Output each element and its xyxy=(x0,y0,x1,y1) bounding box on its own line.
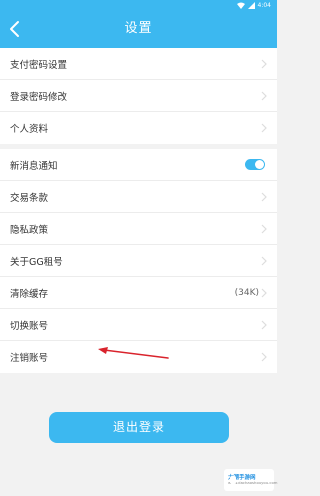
row-label: 新消息通知 xyxy=(10,160,58,172)
settings-row-switch-account[interactable]: 切换账号 xyxy=(0,309,277,341)
logout-button[interactable]: 退出登录 xyxy=(49,412,229,443)
status-time: 4:04 xyxy=(257,1,271,9)
wifi-icon xyxy=(236,2,245,9)
status-bar: 4:04 xyxy=(0,0,277,10)
cache-size-value: (34K) xyxy=(234,287,259,298)
chevron-right-icon xyxy=(261,288,267,298)
settings-row-notifications: 新消息通知 xyxy=(0,149,277,181)
chevron-right-icon xyxy=(261,59,267,69)
row-label: 交易条款 xyxy=(10,192,49,204)
chevron-right-icon xyxy=(261,224,267,234)
chevron-right-icon xyxy=(261,91,267,101)
account-settings-group: 支付密码设置 登录密码修改 个人资料 xyxy=(0,48,277,144)
row-label: 关于GG租号 xyxy=(10,256,63,268)
chevron-right-icon xyxy=(261,192,267,202)
chevron-right-icon xyxy=(261,352,267,362)
watermark: 大潮手游网 www.dachaoshouyou.com xyxy=(224,469,277,491)
row-label: 注销账号 xyxy=(10,353,49,364)
settings-row-about[interactable]: 关于GG租号 xyxy=(0,245,277,277)
chevron-right-icon xyxy=(261,256,267,266)
settings-row-login-password[interactable]: 登录密码修改 xyxy=(0,80,277,112)
toggle-knob xyxy=(255,160,264,169)
app-header: 设置 xyxy=(0,10,277,48)
signal-icon xyxy=(247,1,255,9)
row-label: 登录密码修改 xyxy=(10,91,68,103)
settings-row-payment-password[interactable]: 支付密码设置 xyxy=(0,48,277,80)
annotation-arrow-icon xyxy=(98,347,169,359)
page-title: 设置 xyxy=(124,21,153,36)
row-label: 隐私政策 xyxy=(10,224,49,236)
settings-row-profile[interactable]: 个人资料 xyxy=(0,112,277,144)
row-label: 个人资料 xyxy=(10,124,49,135)
row-label: 切换账号 xyxy=(10,320,49,332)
notification-toggle[interactable] xyxy=(245,159,265,170)
settings-row-privacy[interactable]: 隐私政策 xyxy=(0,213,277,245)
row-label: 支付密码设置 xyxy=(10,59,68,71)
general-settings-group: 新消息通知 交易条款 隐私政策 关于GG租号 清除缓存 (34K) 切换账号 注… xyxy=(0,149,277,373)
settings-row-terms[interactable]: 交易条款 xyxy=(0,181,277,213)
row-label: 清除缓存 xyxy=(10,288,49,300)
chevron-right-icon xyxy=(261,320,267,330)
status-icons: 4:04 xyxy=(236,0,271,10)
settings-row-clear-cache[interactable]: 清除缓存 (34K) xyxy=(0,277,277,309)
chevron-right-icon xyxy=(261,123,267,133)
